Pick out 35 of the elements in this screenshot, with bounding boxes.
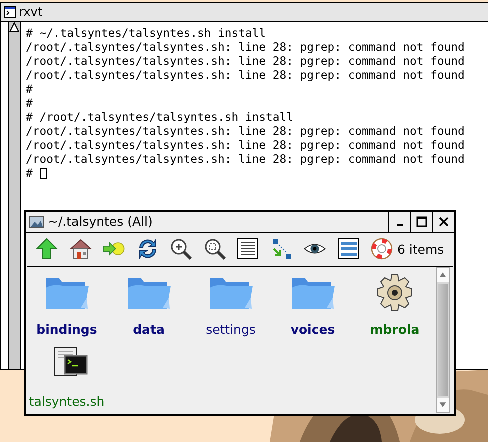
- file-name[interactable]: settings: [206, 322, 256, 337]
- help-icon[interactable]: [370, 237, 394, 262]
- details-list-icon[interactable]: [236, 237, 260, 262]
- terminal-line: /root/.talsyntes/talsyntes.sh: line 28: pgrep: command not found: [26, 54, 465, 68]
- scroll-down-icon[interactable]: [439, 401, 447, 409]
- file-name[interactable]: mbrola: [370, 322, 420, 337]
- terminal-line: /root/.talsyntes/talsyntes.sh: line 28: pgrep: command not found: [26, 138, 465, 152]
- file-name[interactable]: talsyntes.sh: [29, 394, 105, 409]
- terminal-line: # ~/.talsyntes/talsyntes.sh install: [26, 26, 268, 40]
- zoom-fit-icon[interactable]: [202, 237, 226, 262]
- up-arrow-icon[interactable]: [35, 237, 59, 262]
- terminal-line: #: [26, 96, 34, 110]
- minimize-icon: [396, 224, 402, 226]
- scrollbar[interactable]: [8, 22, 21, 369]
- terminal-line: /root/.talsyntes/talsyntes.sh: line 28: pgrep: command not found: [26, 68, 465, 82]
- window-title: rxvt: [19, 5, 43, 19]
- scrollbar[interactable]: [436, 267, 450, 413]
- zoom-in-icon[interactable]: [169, 237, 193, 262]
- window-title: ~/.talsyntes (All): [48, 214, 154, 230]
- window-menu-icon[interactable]: [4, 6, 16, 18]
- terminal-line: /root/.talsyntes/talsyntes.sh: line 28: pgrep: command not found: [26, 124, 465, 138]
- terminal-line: # /root/.talsyntes/talsyntes.sh install: [26, 110, 294, 124]
- file-name[interactable]: bindings: [36, 322, 98, 337]
- close-icon: [438, 216, 450, 228]
- maximize-icon: [416, 216, 428, 228]
- list-view-icon[interactable]: [336, 237, 360, 262]
- home-icon[interactable]: [68, 237, 92, 262]
- item-count: 6 items: [398, 242, 444, 257]
- terminal-line: /root/.talsyntes/talsyntes.sh: line 28: pgrep: command not found: [26, 40, 465, 54]
- file-name[interactable]: data: [133, 322, 165, 337]
- terminal-prompt: #: [26, 166, 33, 180]
- folder-window-icon: [29, 214, 45, 229]
- file-name[interactable]: voices: [290, 322, 336, 337]
- terminal-line: #: [26, 82, 34, 96]
- terminal-line: /root/.talsyntes/talsyntes.sh: line 28: pgrep: command not found: [26, 152, 465, 166]
